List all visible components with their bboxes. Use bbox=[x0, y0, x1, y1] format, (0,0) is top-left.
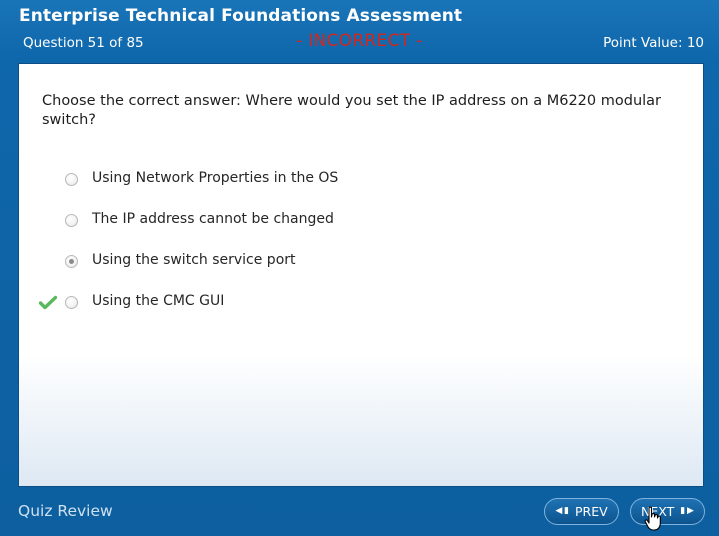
prev-button[interactable]: ◀ ▮ PREV bbox=[544, 498, 619, 525]
checkmark-icon bbox=[39, 295, 57, 310]
quiz-review-label[interactable]: Quiz Review bbox=[18, 502, 113, 520]
answer-label: Using the CMC GUI bbox=[92, 293, 225, 309]
incorrect-status: - INCORRECT - bbox=[296, 31, 423, 51]
question-counter: Question 51 of 85 bbox=[23, 35, 144, 51]
question-text: Choose the correct answer: Where would y… bbox=[42, 93, 662, 128]
prev-label: PREV bbox=[574, 504, 608, 519]
hand-cursor-icon bbox=[644, 506, 661, 531]
answer-label: Using the switch service port bbox=[92, 252, 296, 268]
point-value: Point Value: 10 bbox=[603, 35, 704, 51]
assessment-title: Enterprise Technical Foundations Assessm… bbox=[19, 6, 463, 26]
radio-button[interactable] bbox=[65, 173, 78, 186]
answer-label: The IP address cannot be changed bbox=[92, 211, 334, 227]
prev-arrow-icon: ◀ ▮ bbox=[555, 506, 569, 516]
answer-option-2[interactable]: The IP address cannot be changed bbox=[19, 211, 703, 233]
answer-option-1[interactable]: Using Network Properties in the OS bbox=[19, 170, 703, 192]
next-arrow-icon: ▮ ▶ bbox=[680, 506, 694, 516]
radio-button[interactable] bbox=[65, 214, 78, 227]
answer-option-3[interactable]: Using the switch service port bbox=[19, 252, 703, 274]
answer-option-4[interactable]: Using the CMC GUI bbox=[19, 293, 703, 315]
question-panel: Choose the correct answer: Where would y… bbox=[18, 63, 704, 487]
next-button[interactable]: NEXT ▮ ▶ bbox=[630, 498, 705, 525]
radio-button-selected[interactable] bbox=[65, 255, 78, 268]
radio-button[interactable] bbox=[65, 296, 78, 309]
answer-label: Using Network Properties in the OS bbox=[92, 170, 339, 186]
quiz-window: Enterprise Technical Foundations Assessm… bbox=[0, 0, 719, 536]
